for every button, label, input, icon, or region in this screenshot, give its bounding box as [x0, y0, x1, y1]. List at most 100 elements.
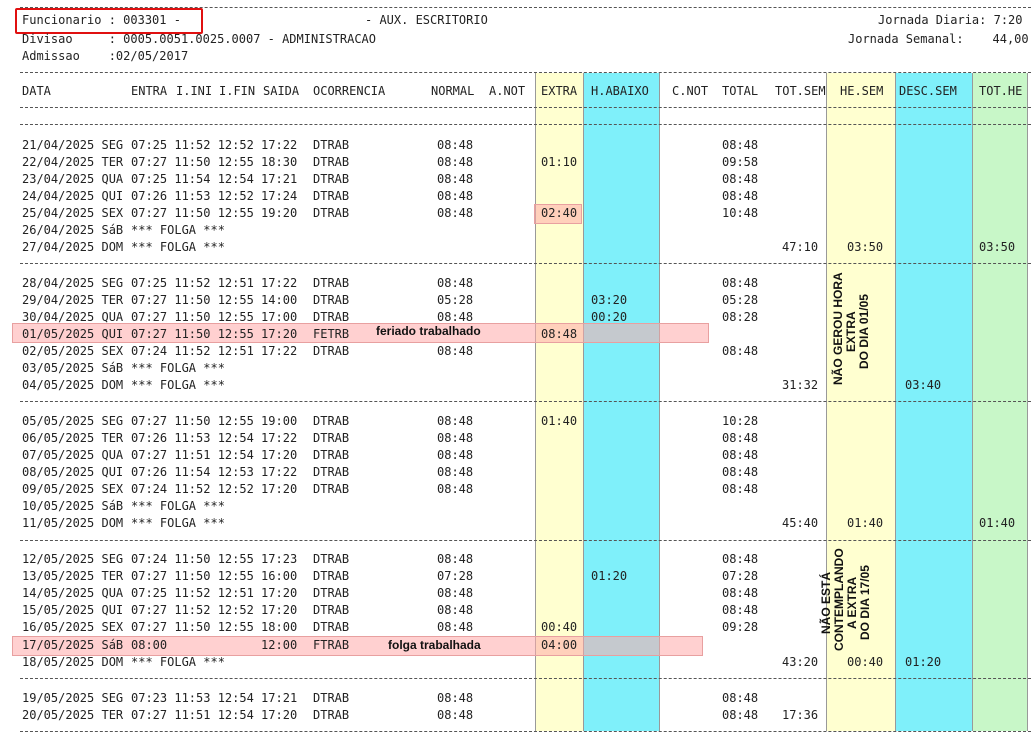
cell-oc: DTRAB [313, 172, 350, 186]
table-row: 07/05/2025 QUA 07:27 11:51 12:54 17:20 DTR… [0, 447, 1031, 464]
cell-times: *** FOLGA *** [131, 361, 225, 375]
cell-times: 07:26 11:54 12:53 17:22 [131, 465, 298, 479]
cell-hesem: 00:40 [847, 655, 884, 669]
cell-times: 07:24 11:52 12:52 17:20 [131, 482, 298, 496]
cell-date: 13/05/2025 TER [22, 569, 124, 583]
col-iini: I.INI [176, 84, 213, 98]
col-ifin: I.FIN [219, 84, 256, 98]
cell-total: 08:48 [722, 276, 759, 290]
cell-times: 07:27 11:50 12:55 16:00 [131, 569, 298, 583]
cell-date: 10/05/2025 SáB [22, 499, 124, 513]
cell-times: 07:26 11:53 12:54 17:22 [131, 431, 298, 445]
cell-hesem: 01:40 [847, 516, 884, 530]
cell-extra: 02:40 [541, 206, 578, 220]
cell-date: 09/05/2025 SEX [22, 482, 124, 496]
cell-date: 21/04/2025 SEG [22, 138, 124, 152]
cell-times: 07:25 11:52 12:52 17:22 [131, 138, 298, 152]
cell-normal: 08:48 [437, 708, 474, 722]
cell-date: 02/05/2025 SEX [22, 344, 124, 358]
table-row: 12/05/2025 SEG 07:24 11:50 12:55 17:23 DTR… [0, 551, 1031, 568]
cell-date: 18/05/2025 DOM [22, 655, 124, 669]
cell-date: 11/05/2025 DOM [22, 516, 124, 530]
cell-normal: 08:48 [437, 155, 474, 169]
cell-total: 08:48 [722, 172, 759, 186]
cell-date: 19/05/2025 SEG [22, 691, 124, 705]
col-totsem: TOT.SEM [775, 84, 826, 98]
cell-normal: 08:48 [437, 482, 474, 496]
cell-normal: 07:28 [437, 569, 474, 583]
column-headers: DATA ENTRA I.INI I.FIN SAIDA OCORRENCIA … [0, 83, 1031, 100]
note-not-contemplating-1705: NÃO ESTÁ CONTEMPLANDO A EXTRA DO DIA 17/… [819, 548, 872, 651]
cell-times: 07:27 11:50 12:55 18:30 [131, 155, 298, 169]
cell-times: 08:00 12:00 [131, 638, 298, 652]
table-row: 19/05/2025 SEG 07:23 11:53 12:54 17:21 DTR… [0, 690, 1031, 707]
divisao-label: Divisao : 0005.0051.0025.0007 - ADMINIST… [22, 32, 377, 46]
table-row: 11/05/2025 DOM *** FOLGA *** 45:40 01:40 01:… [0, 515, 1031, 532]
cell-times: 07:27 11:51 12:54 17:20 [131, 448, 298, 462]
cell-total: 08:48 [722, 586, 759, 600]
cell-oc: DTRAB [313, 691, 350, 705]
cell-normal: 05:28 [437, 293, 474, 307]
cell-oc: DTRAB [313, 482, 350, 496]
cell-times: 07:27 11:50 12:55 19:00 [131, 414, 298, 428]
cell-normal: 08:48 [437, 344, 474, 358]
table-row: 16/05/2025 SEX 07:27 11:50 12:55 18:00 DTR… [0, 619, 1031, 636]
cell-extra: 08:48 [541, 327, 578, 341]
table-row: 03/05/2025 SáB *** FOLGA *** [0, 360, 1031, 377]
cell-date: 24/04/2025 QUI [22, 189, 124, 203]
cell-totsem: 47:10 [782, 240, 819, 254]
table-row: 10/05/2025 SáB *** FOLGA *** [0, 498, 1031, 515]
cell-normal: 08:48 [437, 620, 474, 634]
cell-normal: 08:48 [437, 172, 474, 186]
cell-date: 30/04/2025 QUA [22, 310, 124, 324]
cell-oc: DTRAB [313, 465, 350, 479]
cell-total: 08:48 [722, 344, 759, 358]
cell-oc: DTRAB [313, 206, 350, 220]
week-separator [20, 678, 1031, 679]
cell-times: 07:25 11:52 12:51 17:20 [131, 586, 298, 600]
cell-normal: 08:48 [437, 586, 474, 600]
cell-times: 07:27 11:50 12:55 19:20 [131, 206, 298, 220]
cargo-label: - AUX. ESCRITORIO [365, 13, 488, 27]
cell-date: 27/04/2025 DOM [22, 240, 124, 254]
col-tothe: TOT.HE [979, 84, 1023, 98]
cell-hesem: 03:50 [847, 240, 884, 254]
cell-normal: 08:48 [437, 448, 474, 462]
week-separator [20, 540, 1031, 541]
cell-normal: 08:48 [437, 414, 474, 428]
cell-oc: DTRAB [313, 414, 350, 428]
separator [20, 124, 1031, 125]
cell-times: *** FOLGA *** [131, 499, 225, 513]
cell-descsem: 03:40 [905, 378, 942, 392]
cell-oc: DTRAB [313, 603, 350, 617]
col-saida: SAIDA [263, 84, 300, 98]
col-cnot: C.NOT [672, 84, 709, 98]
jornada-semanal: Jornada Semanal: 44,00 [848, 32, 1029, 46]
cell-date: 20/05/2025 TER [22, 708, 124, 722]
cell-extra: 01:40 [541, 414, 578, 428]
cell-normal: 08:48 [437, 206, 474, 220]
cell-totsem: 43:20 [782, 655, 819, 669]
cell-times: *** FOLGA *** [131, 240, 225, 254]
cell-normal: 08:48 [437, 691, 474, 705]
admissao-label: Admissao :02/05/2017 [22, 49, 189, 63]
col-total: TOTAL [722, 84, 759, 98]
cell-totsem: 45:40 [782, 516, 819, 530]
note-no-overtime-0105: NÃO GEROU HORA EXTRA DO DIA 01/05 [831, 272, 871, 385]
cell-total: 08:28 [722, 310, 759, 324]
table-row: 14/05/2025 QUA 07:25 11:52 12:51 17:20 DTR… [0, 585, 1031, 602]
cell-oc: DTRAB [313, 431, 350, 445]
cell-total: 08:48 [722, 189, 759, 203]
cell-date: 17/05/2025 SáB [22, 638, 124, 652]
cell-times: 07:25 11:54 12:54 17:21 [131, 172, 298, 186]
table-row: 05/05/2025 SEG 07:27 11:50 12:55 19:00 DTR… [0, 413, 1031, 430]
cell-total: 08:48 [722, 138, 759, 152]
table-row: 13/05/2025 TER 07:27 11:50 12:55 16:00 DTR… [0, 568, 1031, 585]
table-row: 29/04/2025 TER 07:27 11:50 12:55 14:00 DTR… [0, 292, 1031, 309]
cell-total: 08:48 [722, 448, 759, 462]
cell-total: 08:48 [722, 431, 759, 445]
cell-oc: DTRAB [313, 138, 350, 152]
funcionario-highlight-box [15, 8, 203, 34]
table-row: 15/05/2025 QUI 07:27 11:52 12:52 17:20 DTR… [0, 602, 1031, 619]
cell-oc: DTRAB [313, 155, 350, 169]
